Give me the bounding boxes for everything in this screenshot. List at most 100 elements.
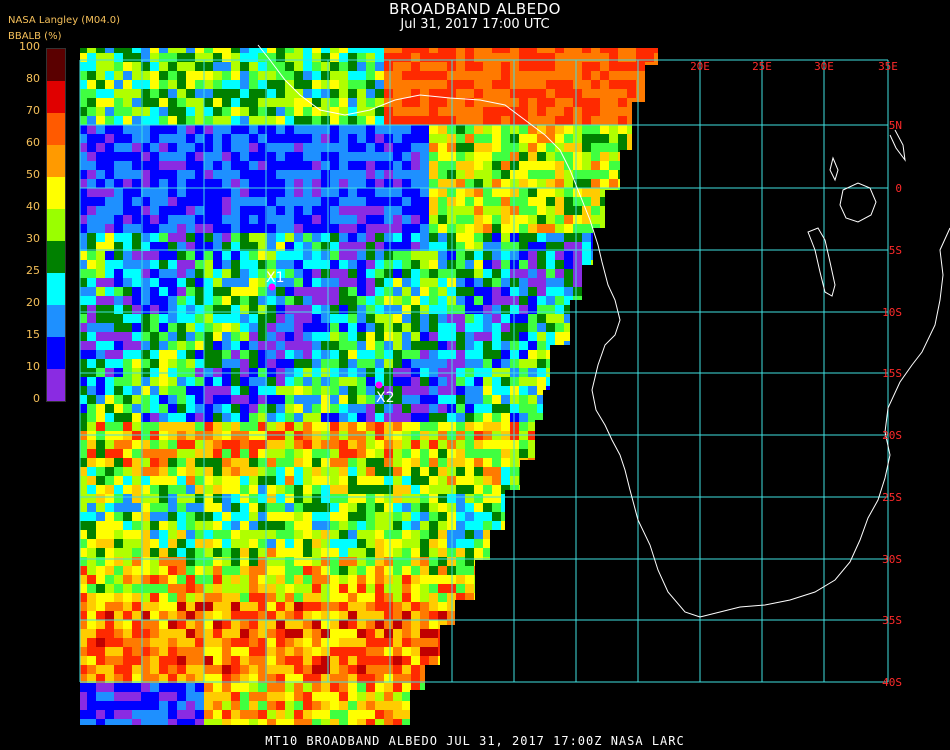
albedo-cell [393, 530, 402, 539]
albedo-cell [132, 494, 141, 503]
albedo-cell [600, 512, 609, 521]
albedo-cell [339, 278, 348, 287]
albedo-cell [519, 386, 528, 395]
albedo-cell [213, 395, 222, 404]
albedo-cell [159, 494, 168, 503]
albedo-cell [105, 539, 114, 548]
albedo-cell [654, 656, 658, 665]
albedo-cell [87, 476, 96, 485]
albedo-cell [519, 278, 528, 287]
albedo-cell [474, 314, 483, 323]
albedo-cell [357, 530, 366, 539]
albedo-cell [132, 116, 141, 125]
albedo-cell [168, 656, 177, 665]
albedo-cell [429, 530, 438, 539]
albedo-cell [339, 215, 348, 224]
albedo-cell [645, 48, 654, 53]
albedo-cell [573, 593, 582, 602]
albedo-cell [420, 269, 429, 278]
albedo-cell [348, 449, 357, 458]
albedo-cell [465, 629, 474, 638]
albedo-cell [555, 269, 564, 278]
albedo-cell [456, 260, 465, 269]
albedo-cell [402, 710, 411, 719]
albedo-cell [348, 503, 357, 512]
albedo-cell [80, 323, 87, 332]
albedo-cell [492, 710, 501, 719]
albedo-cell [195, 665, 204, 674]
albedo-cell [600, 323, 609, 332]
albedo-cell [285, 152, 294, 161]
albedo-cell [438, 359, 447, 368]
albedo-cell [285, 260, 294, 269]
albedo-cell [438, 48, 447, 53]
albedo-cell [618, 359, 627, 368]
albedo-cell [402, 206, 411, 215]
albedo-cell [105, 422, 114, 431]
albedo-cell [375, 458, 384, 467]
albedo-cell [357, 611, 366, 620]
albedo-cell [384, 557, 393, 566]
albedo-cell [483, 719, 492, 725]
albedo-cell [483, 53, 492, 62]
albedo-cell [375, 62, 384, 71]
albedo-cell [483, 260, 492, 269]
albedo-cell [627, 539, 636, 548]
albedo-cell [312, 683, 321, 692]
albedo-cell [474, 557, 483, 566]
albedo-cell [492, 341, 501, 350]
albedo-cell [636, 296, 645, 305]
albedo-cell [438, 98, 447, 107]
albedo-cell [636, 539, 645, 548]
albedo-cell [582, 656, 591, 665]
albedo-cell [105, 80, 114, 89]
albedo-cell [555, 638, 564, 647]
albedo-cell [87, 278, 96, 287]
albedo-cell [366, 260, 375, 269]
albedo-cell [123, 359, 132, 368]
albedo-cell [582, 647, 591, 656]
albedo-cell [528, 80, 537, 89]
albedo-cell [348, 719, 357, 725]
albedo-cell [114, 224, 123, 233]
albedo-cell [366, 359, 375, 368]
albedo-cell [591, 449, 600, 458]
albedo-cell [375, 656, 384, 665]
albedo-cell [357, 287, 366, 296]
albedo-cell [150, 170, 159, 179]
albedo-cell [195, 188, 204, 197]
albedo-cell [375, 287, 384, 296]
albedo-cell [123, 575, 132, 584]
albedo-cell [80, 404, 87, 413]
albedo-cell [645, 125, 654, 134]
albedo-cell [501, 305, 510, 314]
albedo-cell [636, 647, 645, 656]
albedo-cell [159, 602, 168, 611]
albedo-cell [276, 602, 285, 611]
albedo-cell [303, 548, 312, 557]
albedo-cell [240, 413, 249, 422]
albedo-cell [564, 179, 573, 188]
albedo-cell [330, 422, 339, 431]
albedo-cell [600, 521, 609, 530]
albedo-cell [501, 350, 510, 359]
albedo-cell [159, 206, 168, 215]
albedo-cell [402, 323, 411, 332]
albedo-cell [123, 170, 132, 179]
albedo-cell [600, 647, 609, 656]
albedo-cell [429, 377, 438, 386]
albedo-cell [429, 575, 438, 584]
albedo-cell [366, 377, 375, 386]
albedo-cell [80, 224, 87, 233]
albedo-cell [501, 48, 510, 53]
albedo-cell [105, 548, 114, 557]
albedo-cell [483, 62, 492, 71]
albedo-cell [618, 494, 627, 503]
albedo-cell [105, 143, 114, 152]
albedo-cell [420, 413, 429, 422]
albedo-cell [528, 179, 537, 188]
albedo-cell [177, 62, 186, 71]
albedo-cell [465, 539, 474, 548]
albedo-cell [240, 467, 249, 476]
albedo-cell [546, 206, 555, 215]
